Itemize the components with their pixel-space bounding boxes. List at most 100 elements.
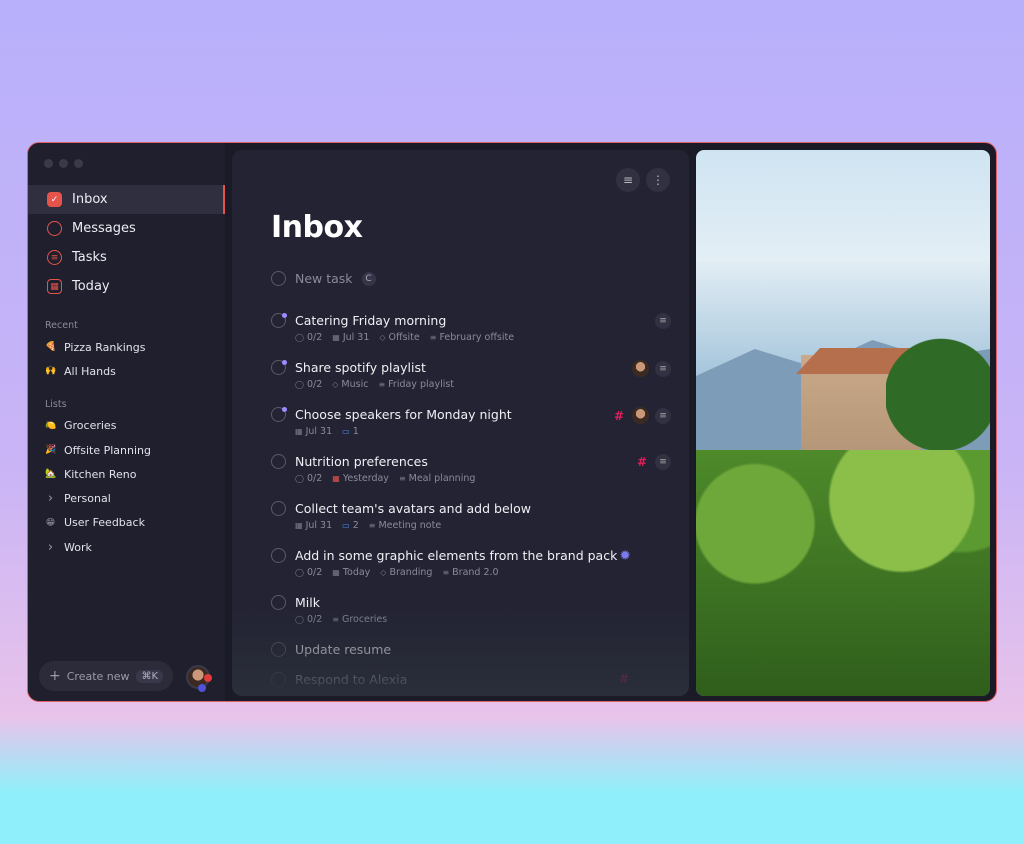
project: Groceries (341, 614, 388, 625)
shortcut-badge: ⌘K (136, 669, 163, 683)
list-icon: ≡ (398, 474, 406, 483)
create-new-button[interactable]: + Create new ⌘K (39, 661, 173, 691)
more-button[interactable]: ⋮ (646, 168, 670, 192)
house-icon: 🏡 (45, 469, 57, 480)
nav-inbox[interactable]: ✓ Inbox (28, 185, 225, 214)
calendar-icon: ▦ (295, 427, 303, 436)
subtask-icon: ◯ (295, 333, 304, 342)
comment-count: 2 (352, 520, 359, 531)
sidebar: ✓ Inbox Messages ≡ Tasks ▦ Today Recent 🍕 Pi… (28, 143, 225, 701)
app-window: ✓ Inbox Messages ≡ Tasks ▦ Today Recent 🍕 Pi… (27, 142, 997, 702)
item-label: Work (64, 540, 92, 554)
close-button[interactable] (44, 159, 53, 168)
raised-hands-icon: 🙌 (45, 366, 57, 377)
list-item-user-feedback[interactable]: 😁 User Feedback (28, 511, 225, 535)
assignee-avatar[interactable] (632, 360, 649, 377)
plus-icon: + (49, 668, 61, 684)
status-badge-icon (198, 684, 206, 692)
item-label: Kitchen Reno (64, 467, 137, 481)
due-date: Jul 31 (305, 520, 333, 531)
comment-count: 1 (352, 426, 359, 437)
notes-button[interactable]: ≡ (655, 313, 671, 329)
task-checkbox[interactable] (271, 407, 287, 422)
lists-heading: Lists (45, 398, 67, 410)
item-label: Groceries (64, 419, 117, 433)
calendar-icon: ▦ (47, 279, 62, 294)
task-checkbox[interactable] (271, 454, 286, 469)
landscape-photo (696, 150, 990, 696)
notes-button[interactable]: ≡ (655, 407, 671, 424)
list-item-personal[interactable]: › Personal (28, 486, 225, 510)
notes-button[interactable]: ≡ (655, 454, 671, 470)
assignee-avatar[interactable] (632, 407, 649, 424)
subtask-icon: ◯ (295, 380, 304, 389)
task-title: Catering Friday morning (295, 313, 447, 328)
chevron-right-icon[interactable]: › (45, 491, 56, 506)
nav-messages[interactable]: Messages (28, 214, 225, 243)
task-checkbox[interactable] (271, 595, 286, 610)
calendar-icon: ▦ (295, 521, 303, 530)
filter-button[interactable]: ≡ (616, 168, 640, 192)
nav-today[interactable]: ▦ Today (28, 272, 225, 301)
task-title: Collect team's avatars and add below (295, 501, 531, 516)
due-date: Jul 31 (342, 332, 370, 343)
due-date: Jul 31 (305, 426, 333, 437)
list-item-groceries[interactable]: 🍋 Groceries (28, 414, 225, 438)
task-row[interactable]: Collect team's avatars and add below ▦ Ju… (271, 501, 671, 531)
comment-icon: ▭ (342, 427, 350, 436)
task-checkbox[interactable] (271, 642, 286, 657)
project: Meal planning (408, 473, 476, 484)
task-checkbox[interactable] (271, 672, 286, 687)
recent-item-all-hands[interactable]: 🙌 All Hands (28, 359, 225, 383)
nav-tasks[interactable]: ≡ Tasks (28, 243, 225, 272)
task-checkbox[interactable] (271, 313, 287, 328)
task-row[interactable]: Add in some graphic elements from the br… (271, 548, 671, 578)
recent-item-pizza-rankings[interactable]: 🍕 Pizza Rankings (28, 335, 225, 359)
task-checkbox[interactable] (271, 548, 286, 563)
tag: Branding (389, 567, 433, 578)
task-row[interactable]: Respond to Alexia # (271, 672, 671, 687)
shortcut-badge: C (361, 271, 376, 286)
new-task-label: New task (295, 271, 353, 286)
task-row[interactable]: Milk ◯ 0/2 ≡ Groceries (271, 595, 671, 625)
list-icon: ≡ (332, 615, 339, 624)
task-row[interactable]: Nutrition preferences ◯ 0/2 ▦ Yesterday ≡ Mea… (271, 454, 671, 484)
task-checkbox[interactable] (271, 501, 286, 516)
subtask-icon: ◯ (295, 615, 304, 624)
notes-button[interactable]: ≡ (655, 360, 671, 377)
trees (696, 450, 990, 696)
inbox-panel: ≡ ⋮ Inbox New task C Catering Friday morn… (232, 150, 689, 696)
subtasks: ◯ 0/2 (295, 332, 322, 343)
subtask-count: 0/2 (306, 473, 323, 484)
subtask-icon: ◯ (295, 474, 304, 483)
project: Friday playlist (388, 379, 455, 390)
task-row[interactable]: Choose speakers for Monday night ▦ Jul 31… (271, 407, 671, 437)
task-row[interactable]: Update resume (271, 642, 671, 657)
list-item-offsite-planning[interactable]: 🎉 Offsite Planning (28, 438, 225, 462)
project: Brand 2.0 (452, 567, 499, 578)
task-title: Choose speakers for Monday night (295, 407, 512, 422)
list-icon: ≡ (442, 568, 450, 577)
due-date: Yesterday (342, 473, 389, 484)
minimize-button[interactable] (59, 159, 68, 168)
calendar-icon: ▦ (332, 333, 340, 342)
slack-icon: # (618, 672, 630, 686)
list-icon: ≡ (378, 380, 386, 389)
filter-icon: ≡ (622, 173, 634, 187)
trees (886, 320, 990, 470)
maximize-button[interactable] (74, 159, 83, 168)
task-title: Nutrition preferences (295, 454, 428, 469)
subtask-icon: ◯ (295, 568, 304, 577)
create-label: Create new (66, 669, 130, 683)
list-item-work[interactable]: › Work (28, 535, 225, 559)
task-row[interactable]: Catering Friday morning ◯ 0/2 ▦ Jul 31 ◇ Offs… (271, 313, 671, 343)
chevron-right-icon[interactable]: › (45, 540, 56, 555)
task-title: Share spotify playlist (295, 360, 426, 375)
task-row[interactable]: Share spotify playlist ◯ 0/2 ◇ Music ≡ Friday… (271, 360, 671, 390)
list-item-kitchen-reno[interactable]: 🏡 Kitchen Reno (28, 462, 225, 486)
task-checkbox[interactable] (271, 360, 287, 375)
inbox-check-icon: ✓ (47, 192, 62, 207)
add-circle-icon (271, 271, 286, 286)
new-task-input[interactable]: New task C (271, 271, 376, 286)
list-icon: ≡ (368, 521, 376, 530)
